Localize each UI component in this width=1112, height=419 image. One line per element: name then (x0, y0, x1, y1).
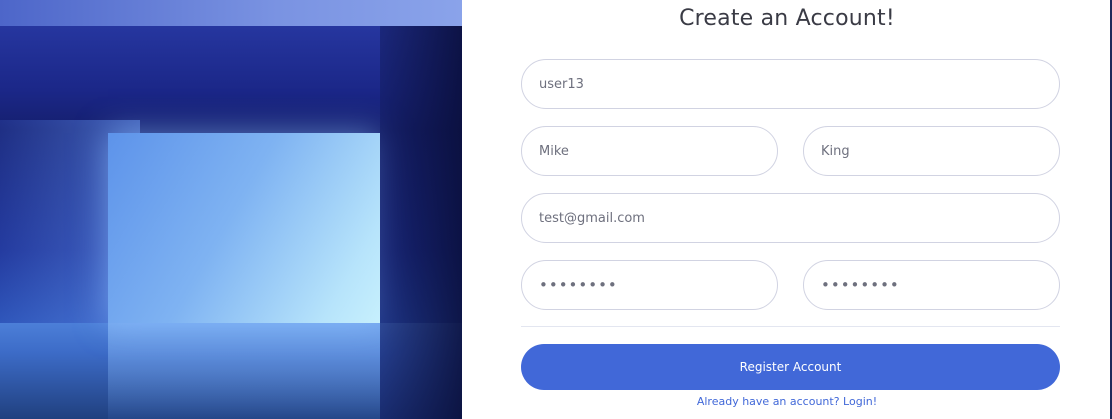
email-field[interactable] (521, 193, 1060, 243)
hero-ceiling-light (0, 0, 462, 26)
form-divider (521, 326, 1060, 327)
hero-wall-shadow (380, 26, 462, 419)
hero-floor-reflection (108, 323, 380, 419)
register-page: Create an Account! Register Account Alre… (0, 0, 1112, 419)
password-field[interactable] (521, 260, 778, 310)
hero-image (0, 0, 462, 419)
repeat-password-field[interactable] (803, 260, 1060, 310)
page-title: Create an Account! (679, 6, 895, 31)
register-form: Create an Account! Register Account Alre… (462, 0, 1112, 419)
username-field[interactable] (521, 59, 1060, 109)
last-name-field[interactable] (803, 126, 1060, 176)
hero-doorway (108, 133, 380, 323)
first-name-field[interactable] (521, 126, 778, 176)
register-account-button[interactable]: Register Account (521, 344, 1060, 390)
login-link[interactable]: Already have an account? Login! (462, 395, 1112, 408)
